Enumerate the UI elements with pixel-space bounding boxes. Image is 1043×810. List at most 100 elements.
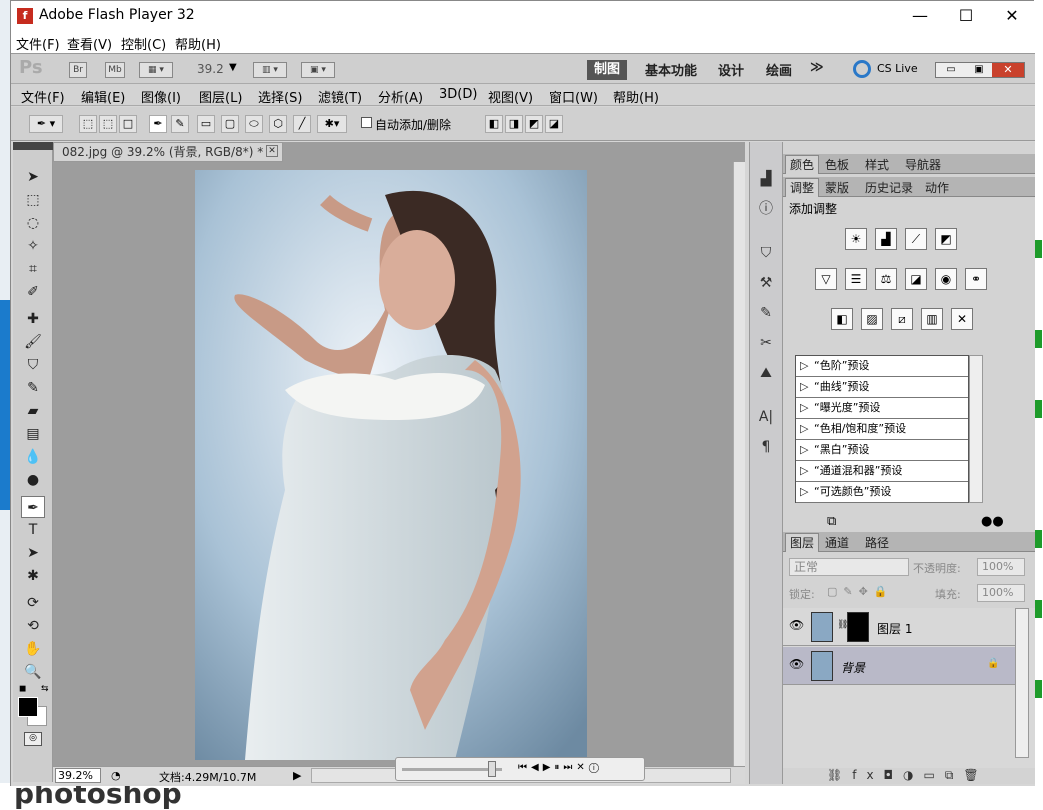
- menu-filter[interactable]: 滤镜(T): [318, 87, 362, 106]
- brushes-icon[interactable]: ✎: [755, 302, 777, 324]
- paths-icon[interactable]: ⬚: [99, 115, 117, 133]
- path-select-tool-icon[interactable]: ➤: [21, 542, 45, 564]
- eyedropper-tool-icon[interactable]: ✐: [21, 281, 45, 303]
- history-icon[interactable]: ⛰: [755, 362, 777, 384]
- shape-tool-icon[interactable]: ✱: [21, 565, 45, 587]
- curves-icon[interactable]: ⟋: [905, 228, 927, 250]
- opacity-field[interactable]: 100%: [977, 558, 1025, 576]
- tab-navigator[interactable]: 导航器: [901, 156, 945, 173]
- view-extras-button[interactable]: ▦ ▾: [139, 62, 173, 78]
- cs-live-button[interactable]: CS Live: [877, 62, 918, 75]
- visibility-eye-icon[interactable]: 👁: [789, 618, 804, 632]
- menu-3d[interactable]: 3D(D): [439, 87, 477, 102]
- zoom-dropdown-icon[interactable]: ▼: [229, 62, 237, 73]
- menu-view[interactable]: 视图(V): [488, 87, 533, 106]
- tab-adjustments[interactable]: 调整: [785, 178, 820, 197]
- flash-menu-file[interactable]: 文件(F): [16, 34, 60, 53]
- preset-channel-mixer[interactable]: ▷ “通道混和器”预设: [796, 461, 968, 482]
- posterize-icon[interactable]: ▨: [861, 308, 883, 330]
- ps-restore-button[interactable]: ▣: [966, 63, 992, 77]
- menu-file[interactable]: 文件(F): [21, 87, 65, 106]
- return-to-list-icon[interactable]: ⧉: [827, 514, 836, 529]
- arrange-documents-button[interactable]: ▥ ▾: [253, 62, 287, 78]
- quick-select-tool-icon[interactable]: ✧: [21, 235, 45, 257]
- vibrance-icon[interactable]: ▽: [815, 268, 837, 290]
- document-canvas[interactable]: [195, 170, 587, 760]
- preset-selective-color[interactable]: ▷ “可选颜色”预设: [796, 482, 968, 503]
- flash-menu-help[interactable]: 帮助(H): [175, 34, 221, 53]
- tab-styles[interactable]: 样式: [861, 156, 893, 173]
- rounded-rect-icon[interactable]: ▢: [221, 115, 239, 133]
- character-icon[interactable]: A|: [755, 406, 777, 428]
- screen-mode-button[interactable]: ▣ ▾: [301, 62, 335, 78]
- blur-tool-icon[interactable]: 💧: [21, 446, 45, 468]
- menu-analysis[interactable]: 分析(A): [378, 87, 423, 106]
- preset-hue-saturation[interactable]: ▷ “色相/饱和度”预设: [796, 419, 968, 440]
- quick-mask-icon[interactable]: ◎: [24, 732, 42, 746]
- clip-layer-icon[interactable]: ●●: [981, 514, 1004, 529]
- path-exclude-icon[interactable]: ◪: [545, 115, 563, 133]
- polygon-icon[interactable]: ⬡: [269, 115, 287, 133]
- layer-mask-thumbnail[interactable]: [847, 612, 869, 642]
- rectangle-icon[interactable]: ▭: [197, 115, 215, 133]
- menu-select[interactable]: 选择(S): [258, 87, 302, 106]
- paragraph-icon[interactable]: ¶: [755, 436, 777, 458]
- threshold-icon[interactable]: ⧄: [891, 308, 913, 330]
- spot-heal-tool-icon[interactable]: ✚: [21, 308, 45, 330]
- layer-row[interactable]: 👁 背景 🔒: [783, 647, 1015, 685]
- marquee-tool-icon[interactable]: ⬚: [21, 189, 45, 211]
- flash-menu-control[interactable]: 控制(C): [121, 34, 166, 53]
- flash-menu-view[interactable]: 查看(V): [67, 34, 112, 53]
- ellipse-icon[interactable]: ⬭: [245, 115, 263, 133]
- tab-layers[interactable]: 图层: [785, 533, 820, 552]
- clone-stamp-tool-icon[interactable]: ⛉: [21, 354, 45, 376]
- hue-saturation-icon[interactable]: ☰: [845, 268, 867, 290]
- levels-icon[interactable]: ▟: [875, 228, 897, 250]
- default-colors-icon[interactable]: ◼: [19, 684, 26, 694]
- invert-icon[interactable]: ◧: [831, 308, 853, 330]
- path-subtract-icon[interactable]: ◨: [505, 115, 523, 133]
- mini-bridge-button[interactable]: Mb: [105, 62, 125, 78]
- zoom-percent-field[interactable]: 39.2%: [55, 768, 101, 783]
- workspace-drawing[interactable]: 制图: [587, 60, 627, 80]
- info-icon[interactable]: ⓘ: [755, 198, 777, 220]
- brush-tool-icon[interactable]: 🖌: [21, 331, 45, 353]
- tab-history[interactable]: 历史记录: [861, 179, 917, 196]
- selective-color-icon[interactable]: ✕: [951, 308, 973, 330]
- color-balance-icon[interactable]: ⚖: [875, 268, 897, 290]
- channel-mixer-icon[interactable]: ⚭: [965, 268, 987, 290]
- maximize-button[interactable]: ☐: [943, 1, 989, 31]
- swap-colors-icon[interactable]: ⇆: [41, 684, 49, 694]
- exposure-icon[interactable]: ◩: [935, 228, 957, 250]
- preset-black-white[interactable]: ▷ “黑白”预设: [796, 440, 968, 461]
- tool-presets-icon[interactable]: ⚒: [755, 272, 777, 294]
- playback-track[interactable]: [402, 768, 502, 771]
- menu-help[interactable]: 帮助(H): [613, 87, 659, 106]
- tab-swatches[interactable]: 色板: [821, 156, 853, 173]
- ps-minimize-button[interactable]: ▭: [936, 63, 966, 77]
- 3d-rotate-tool-icon[interactable]: ⟳: [21, 592, 45, 614]
- layers-scrollbar[interactable]: [1015, 608, 1029, 758]
- brightness-contrast-icon[interactable]: ☀: [845, 228, 867, 250]
- tab-actions[interactable]: 动作: [921, 179, 953, 196]
- close-tab-icon[interactable]: ✕: [266, 145, 278, 157]
- document-tab[interactable]: 082.jpg @ 39.2% (背景, RGB/8*) * ✕: [53, 142, 283, 162]
- foreground-color-swatch[interactable]: [18, 697, 38, 717]
- workspace-essentials[interactable]: 基本功能: [645, 60, 697, 79]
- tools-panel-header[interactable]: [13, 142, 53, 150]
- preset-exposure[interactable]: ▷ “曝光度”预设: [796, 398, 968, 419]
- pen-tool-preset-button[interactable]: ✒ ▾: [29, 115, 63, 133]
- bridge-button[interactable]: Br: [69, 62, 87, 78]
- playback-buttons-icon[interactable]: ⏮◀▶⏸⏭✕ⓘ: [518, 762, 603, 773]
- pen-icon[interactable]: ✒: [149, 115, 167, 133]
- ps-close-button[interactable]: ✕: [992, 63, 1024, 77]
- vertical-scrollbar[interactable]: [733, 162, 745, 766]
- fill-field[interactable]: 100%: [977, 584, 1025, 602]
- 3d-orbit-tool-icon[interactable]: ⟲: [21, 615, 45, 637]
- zoom-tool-icon[interactable]: 🔍: [21, 661, 45, 683]
- blend-mode-select[interactable]: 正常: [789, 558, 909, 576]
- menu-window[interactable]: 窗口(W): [549, 87, 598, 106]
- dodge-tool-icon[interactable]: ●: [21, 469, 45, 491]
- eraser-tool-icon[interactable]: ▰: [21, 400, 45, 422]
- history-brush-tool-icon[interactable]: ✎: [21, 377, 45, 399]
